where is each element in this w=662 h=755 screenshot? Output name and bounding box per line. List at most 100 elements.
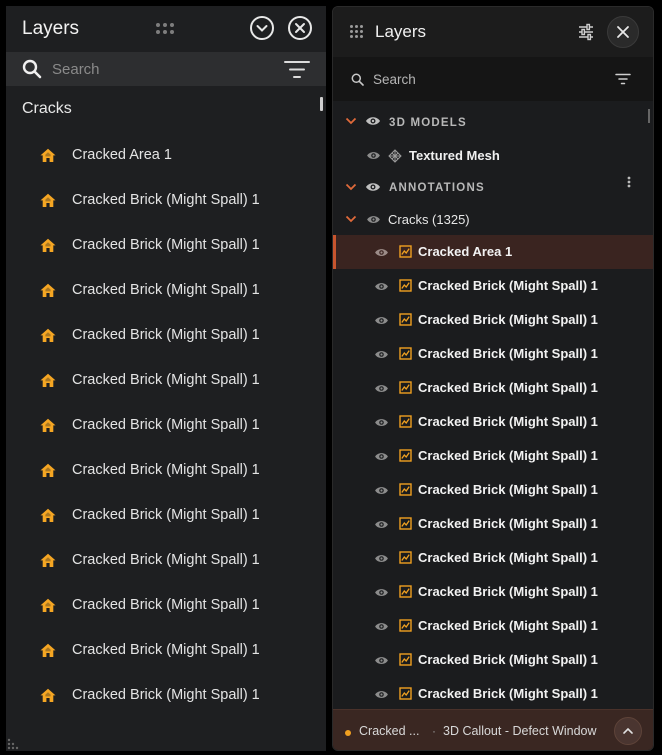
annotation-label: Cracked Brick (Might Spall) 1	[418, 312, 598, 327]
section-label: ANNOTATIONS	[389, 182, 485, 194]
chevron-down-icon[interactable]	[345, 116, 357, 126]
annotation-item[interactable]: Cracked Brick (Might Spall) 1	[333, 643, 653, 677]
list-item-label: Cracked Brick (Might Spall) 1	[72, 552, 260, 568]
annotation-item[interactable]: Cracked Brick (Might Spall) 1	[333, 405, 653, 439]
section-3d-models[interactable]: 3D MODELS	[333, 107, 653, 139]
section-annotations[interactable]: ANNOTATIONS	[333, 171, 653, 203]
polygon-area-icon	[399, 551, 412, 564]
annotation-label: Cracked Brick (Might Spall) 1	[418, 482, 598, 497]
drag-handle-icon[interactable]	[156, 23, 178, 37]
eye-icon[interactable]	[365, 115, 381, 127]
annotation-item[interactable]: Cracked Brick (Might Spall) 1	[333, 677, 653, 711]
list-item[interactable]: Cracked Brick (Might Spall) 1	[6, 178, 326, 223]
scrollbar[interactable]	[320, 97, 323, 111]
eye-icon[interactable]	[374, 587, 389, 598]
eye-icon[interactable]	[365, 181, 381, 193]
expand-button[interactable]	[614, 717, 642, 745]
eye-icon[interactable]	[374, 349, 389, 360]
eye-icon[interactable]	[374, 247, 389, 258]
drag-handle-icon[interactable]	[350, 25, 364, 39]
list-item[interactable]: Cracked Brick (Might Spall) 1	[6, 358, 326, 403]
annotation-item[interactable]: Cracked Brick (Might Spall) 1	[333, 303, 653, 337]
list-item-label: Cracked Brick (Might Spall) 1	[72, 687, 260, 703]
list-item[interactable]: Cracked Brick (Might Spall) 1	[6, 223, 326, 268]
panel-header: Layers	[333, 7, 653, 57]
annotation-item[interactable]: Cracked Brick (Might Spall) 1	[333, 609, 653, 643]
annotation-item[interactable]: Cracked Brick (Might Spall) 1	[333, 371, 653, 405]
search-input[interactable]	[52, 58, 272, 80]
eye-icon[interactable]	[374, 519, 389, 530]
home-icon	[40, 238, 56, 252]
list-item-label: Cracked Brick (Might Spall) 1	[72, 282, 260, 298]
collapse-button[interactable]	[250, 16, 274, 40]
list-item-label: Cracked Brick (Might Spall) 1	[72, 462, 260, 478]
annotation-label: Cracked Brick (Might Spall) 1	[418, 652, 598, 667]
list-item[interactable]: Cracked Brick (Might Spall) 1	[6, 403, 326, 448]
list-item[interactable]: Cracked Area 1	[6, 133, 326, 178]
list-item-label: Cracked Brick (Might Spall) 1	[72, 417, 260, 433]
separator: ·	[432, 724, 436, 738]
eye-icon[interactable]	[374, 383, 389, 394]
list-item[interactable]: Cracked Brick (Might Spall) 1	[6, 313, 326, 358]
list-item[interactable]: Cracked Brick (Might Spall) 1	[6, 583, 326, 628]
annotation-label: Cracked Brick (Might Spall) 1	[418, 686, 598, 701]
chevron-down-icon[interactable]	[345, 214, 357, 224]
layer-list: Cracked Area 1 Cracked Brick (Might Spall…	[6, 133, 326, 718]
list-item[interactable]: Cracked Brick (Might Spall) 1	[6, 448, 326, 493]
polygon-area-icon	[399, 347, 412, 360]
group-cracks[interactable]: Cracks (1325)	[333, 203, 653, 235]
eye-icon[interactable]	[366, 214, 381, 225]
list-item[interactable]: Cracked Brick (Might Spall) 1	[6, 628, 326, 673]
filter-icon[interactable]	[615, 73, 631, 85]
annotation-item[interactable]: Cracked Brick (Might Spall) 1	[333, 541, 653, 575]
eye-icon[interactable]	[374, 553, 389, 564]
annotation-item[interactable]: Cracked Brick (Might Spall) 1	[333, 507, 653, 541]
group-label: Cracks (1325)	[388, 212, 470, 227]
layers-panel-right: Layers 3D MODELS Textured Mesh	[332, 6, 654, 751]
close-icon	[617, 26, 629, 38]
annotation-label: Cracked Brick (Might Spall) 1	[418, 584, 598, 599]
polygon-area-icon	[399, 483, 412, 496]
list-item[interactable]: Cracked Brick (Might Spall) 1	[6, 493, 326, 538]
list-item[interactable]: Cracked Brick (Might Spall) 1	[6, 268, 326, 313]
annotation-item[interactable]: Cracked Brick (Might Spall) 1	[333, 575, 653, 609]
eye-icon[interactable]	[374, 689, 389, 700]
home-icon	[40, 508, 56, 522]
annotation-item[interactable]: Cracked Brick (Might Spall) 1	[333, 439, 653, 473]
close-button[interactable]	[607, 16, 639, 48]
search-input[interactable]	[373, 68, 573, 90]
filter-icon[interactable]	[284, 60, 310, 80]
annotation-item[interactable]: Cracked Brick (Might Spall) 1	[333, 337, 653, 371]
close-button[interactable]	[288, 16, 312, 40]
list-item-label: Cracked Brick (Might Spall) 1	[72, 372, 260, 388]
eye-icon[interactable]	[366, 150, 381, 161]
annotation-item-selected[interactable]: Cracked Area 1	[333, 235, 653, 269]
eye-icon[interactable]	[374, 417, 389, 428]
settings-sliders-icon[interactable]	[577, 23, 595, 41]
eye-icon[interactable]	[374, 485, 389, 496]
annotation-item[interactable]: Cracked Brick (Might Spall) 1	[333, 473, 653, 507]
eye-icon[interactable]	[374, 621, 389, 632]
resize-handle-icon[interactable]	[6, 737, 20, 751]
list-item[interactable]: Cracked Brick (Might Spall) 1	[6, 673, 326, 718]
list-item-label: Cracked Brick (Might Spall) 1	[72, 597, 260, 613]
layer-item-textured-mesh[interactable]: Textured Mesh	[333, 141, 653, 171]
selected-type: 3D Callout - Defect Window	[443, 724, 597, 738]
eye-icon[interactable]	[374, 315, 389, 326]
eye-icon[interactable]	[374, 451, 389, 462]
panel-header: Layers	[6, 6, 326, 52]
panel-title: Layers	[22, 18, 80, 39]
status-dot	[345, 730, 351, 736]
more-options-icon[interactable]	[627, 176, 631, 188]
chevron-down-icon[interactable]	[345, 182, 357, 192]
list-item[interactable]: Cracked Brick (Might Spall) 1	[6, 538, 326, 583]
layers-panel-left: Layers Cracks Cracked Area 1 Cracked Bric…	[6, 6, 326, 751]
eye-icon[interactable]	[374, 655, 389, 666]
close-icon	[295, 23, 305, 33]
annotation-item[interactable]: Cracked Brick (Might Spall) 1	[333, 269, 653, 303]
home-icon	[40, 688, 56, 702]
group-header[interactable]: Cracks	[22, 100, 72, 118]
selected-name[interactable]: Cracked ...	[359, 724, 419, 738]
eye-icon[interactable]	[374, 281, 389, 292]
home-icon	[40, 418, 56, 432]
